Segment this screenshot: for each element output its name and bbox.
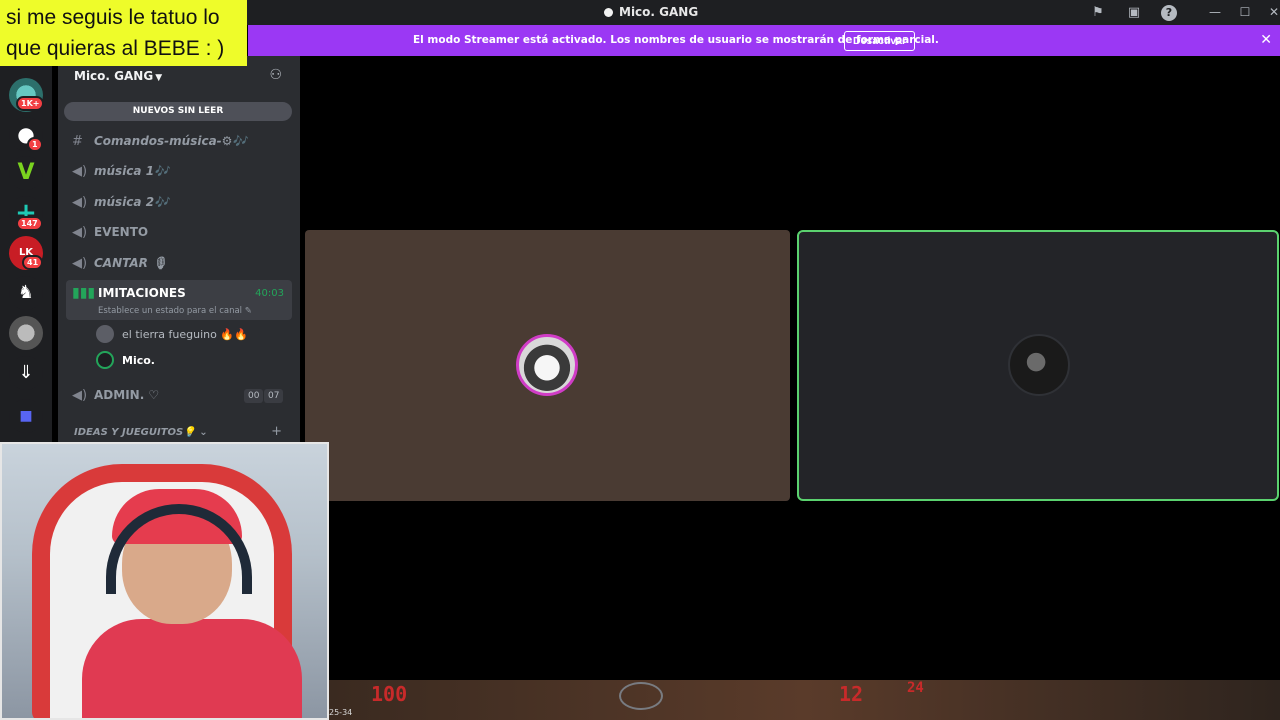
new-unread-pill[interactable]: NUEVOS SIN LEER xyxy=(64,102,292,121)
channel-item[interactable]: # Comandos-música-⚙🎶 xyxy=(72,130,247,152)
voice-user-name: Mico. xyxy=(122,353,155,367)
avatar xyxy=(96,325,114,343)
voice-user-name: el tierra fueguino 🔥🔥 xyxy=(122,327,248,341)
category-header[interactable]: IDEAS Y JUEGUITOS💡 ⌄ xyxy=(74,427,208,438)
mention-badge: 1 xyxy=(27,137,43,152)
avatar xyxy=(1008,334,1070,396)
channel-label: EVENTO xyxy=(94,225,149,239)
video-tile-user-2[interactable] xyxy=(797,230,1279,501)
voice-connected-icon: ▮▮▮ xyxy=(72,285,96,301)
server-icon xyxy=(604,7,613,17)
avatar xyxy=(96,351,114,369)
channel-label: ADMIN. ♡ xyxy=(94,388,160,402)
chevron-down-icon: ⌄ xyxy=(199,427,208,438)
hud-ammo: 12 xyxy=(839,682,864,706)
caption-line-1: si me seguis le tatuo lo xyxy=(6,6,220,29)
server-name-text: Mico. GANG xyxy=(74,69,154,83)
video-tile-user-1[interactable] xyxy=(305,230,790,501)
minimize-button[interactable]: — xyxy=(1207,3,1223,21)
speaker-icon: ◀) xyxy=(72,387,88,403)
avatar-server-icon[interactable] xyxy=(9,316,43,350)
voice-user[interactable]: el tierra fueguino 🔥🔥 xyxy=(96,323,248,345)
channel-item[interactable]: ◀) EVENTO xyxy=(72,221,148,243)
avatar xyxy=(516,334,578,396)
speaker-icon: ◀) xyxy=(72,194,88,210)
mention-badge: 147 xyxy=(16,216,43,231)
server-list: 1K+ ● 1 V + 147 LK 41 ♞ ⇓ ■ xyxy=(0,66,52,442)
banner-close-icon[interactable]: ✕ xyxy=(1260,31,1272,49)
channel-status-prompt[interactable]: Establece un estado para el canal ✎ xyxy=(98,306,252,316)
server-name[interactable]: Mico. GANG ▼ xyxy=(74,69,162,83)
active-voice-channel[interactable]: ▮▮▮ IMITACIONES 40:03 Establece un estad… xyxy=(66,280,292,320)
webcam-overlay xyxy=(0,442,329,720)
channel-label: CANTAR 🎙 xyxy=(94,256,168,270)
help-icon[interactable]: ? xyxy=(1161,5,1177,21)
voice-user[interactable]: Mico. xyxy=(96,349,155,371)
folder-icon[interactable]: ■ xyxy=(9,399,43,433)
channel-sidebar: Mico. GANG ▼ ⚇ NUEVOS SIN LEER # Comandos… xyxy=(58,56,300,442)
channel-label: Comandos-música-⚙🎶 xyxy=(94,134,248,148)
game-hud-strip: 100 12 24 25-34 xyxy=(329,680,1280,720)
channel-item[interactable]: ◀) CANTAR 🎙 xyxy=(72,252,167,274)
hud-ammo-reserve: 24 xyxy=(907,680,924,696)
people-server-icon[interactable]: ♞ xyxy=(9,276,43,310)
team-emblem-icon xyxy=(619,682,663,710)
window-title: Mico. GANG xyxy=(604,5,698,19)
deactivate-button[interactable]: Desactivar xyxy=(844,31,916,51)
invite-icon[interactable]: ⚇ xyxy=(269,67,282,83)
channel-label: música 2🎶 xyxy=(94,195,169,209)
stream-caption-overlay: si me seguis le tatuo lo que quieras al … xyxy=(0,0,247,66)
channel-label: música 1🎶 xyxy=(94,164,169,178)
user-count-pill: 00 xyxy=(244,389,264,403)
close-window-button[interactable]: ✕ xyxy=(1266,3,1280,21)
channel-item[interactable]: ◀) ADMIN. ♡ xyxy=(72,384,159,406)
hud-health: 100 xyxy=(371,682,408,706)
category-label: IDEAS Y JUEGUITOS💡 xyxy=(74,427,196,438)
flag-icon[interactable]: ⚑ xyxy=(1089,4,1107,22)
hud-score: 25-34 xyxy=(329,708,353,717)
download-icon[interactable]: ⇓ xyxy=(9,356,43,390)
maximize-button[interactable]: ☐ xyxy=(1237,3,1253,21)
v-server-icon[interactable]: V xyxy=(9,156,43,190)
add-channel-icon[interactable]: + xyxy=(271,424,282,439)
window-title-text: Mico. GANG xyxy=(619,5,699,19)
streamer-mode-banner: El modo Streamer está activado. Los nomb… xyxy=(248,25,1280,56)
call-timer: 40:03 xyxy=(255,288,284,299)
channel-item[interactable]: ◀) música 1🎶 xyxy=(72,160,169,182)
active-channel-name: IMITACIONES xyxy=(98,286,186,300)
chevron-down-icon: ▼ xyxy=(155,73,163,83)
speaker-icon: ◀) xyxy=(72,163,88,179)
user-limit-pill: 07 xyxy=(264,389,284,403)
speaker-icon: ◀) xyxy=(72,224,88,240)
channel-item[interactable]: ◀) música 2🎶 xyxy=(72,191,169,213)
streamer-shirt xyxy=(82,619,302,718)
inbox-icon[interactable]: ▣ xyxy=(1125,4,1143,22)
caption-line-2: que quieras al BEBE : ) xyxy=(6,37,225,60)
mention-badge: 1K+ xyxy=(16,96,45,111)
mention-badge: 41 xyxy=(22,255,44,270)
speaker-icon: ◀) xyxy=(72,255,88,271)
hash-icon: # xyxy=(72,133,83,149)
